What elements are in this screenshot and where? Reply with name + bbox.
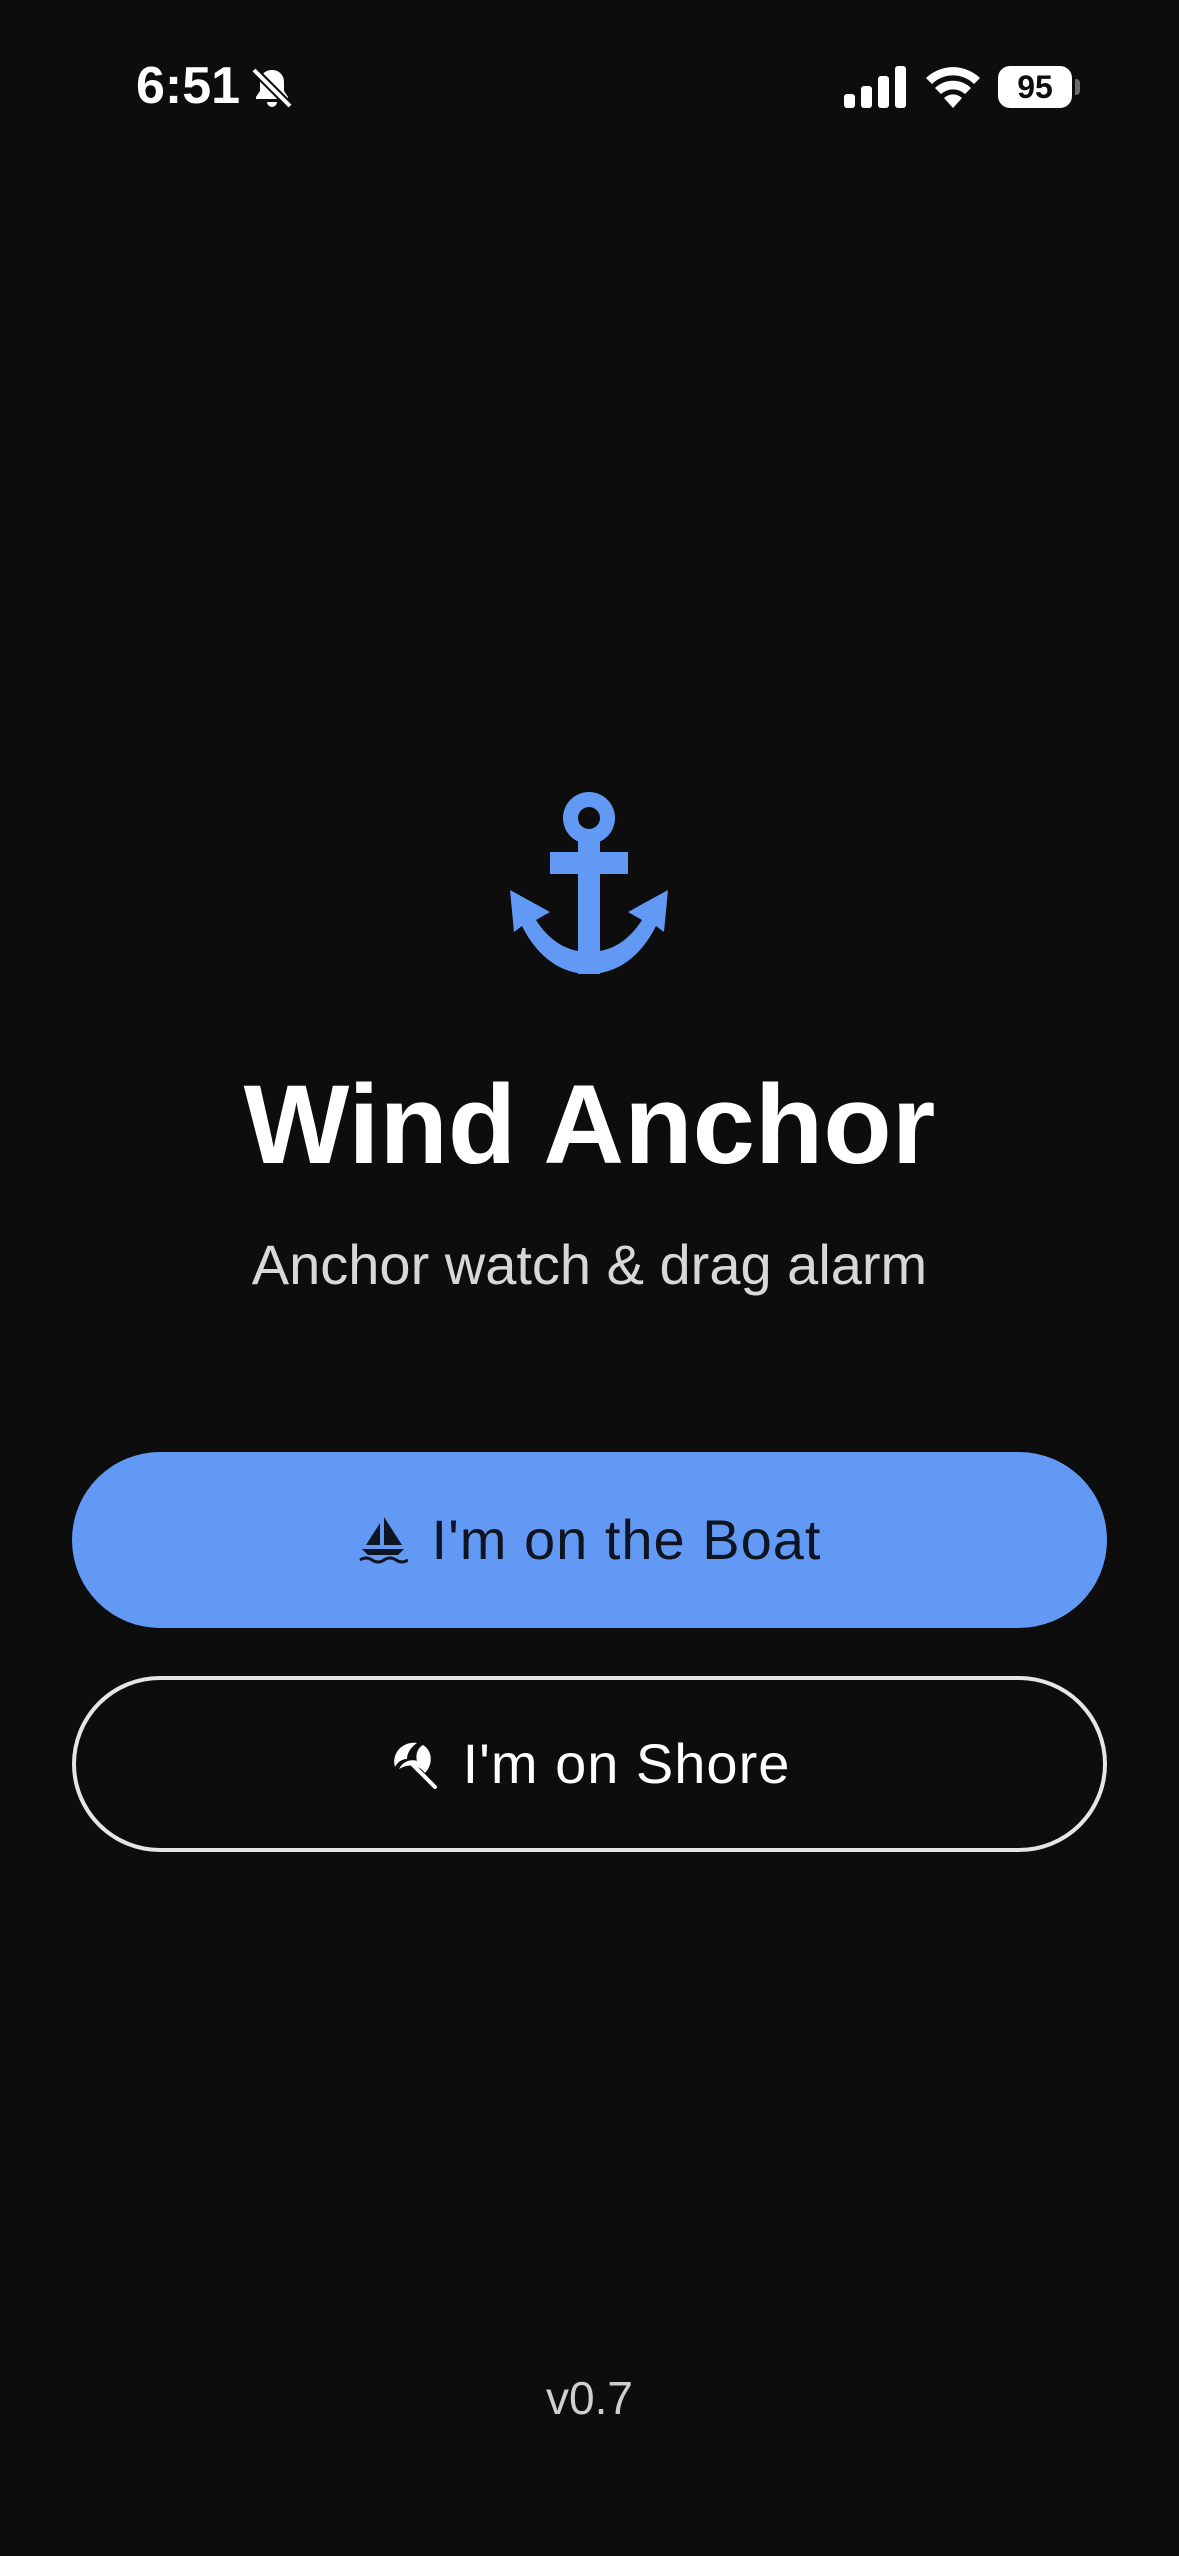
battery-icon: 95 [998,66,1080,108]
version-label: v0.7 [546,2372,633,2424]
battery-tip [1075,79,1080,95]
beach-umbrella-icon [393,1742,437,1789]
status-bar: 6:51 95 [0,0,1179,170]
sailboat-icon [358,1517,408,1564]
app-title: Wind Anchor [243,1062,936,1187]
on-shore-label: I'm on Shore [462,1732,791,1795]
wifi-icon [926,67,980,108]
status-time: 6:51 [136,57,241,115]
cellular-signal-icon [844,66,906,108]
on-shore-button[interactable]: I'm on Shore [72,1676,1107,1852]
battery-level: 95 [998,66,1072,108]
on-boat-button[interactable]: I'm on the Boat [72,1452,1107,1628]
app-subtitle: Anchor watch & drag alarm [251,1233,928,1296]
bell-slash-icon [251,67,293,109]
anchor-icon [510,792,668,974]
on-boat-label: I'm on the Boat [431,1508,822,1571]
